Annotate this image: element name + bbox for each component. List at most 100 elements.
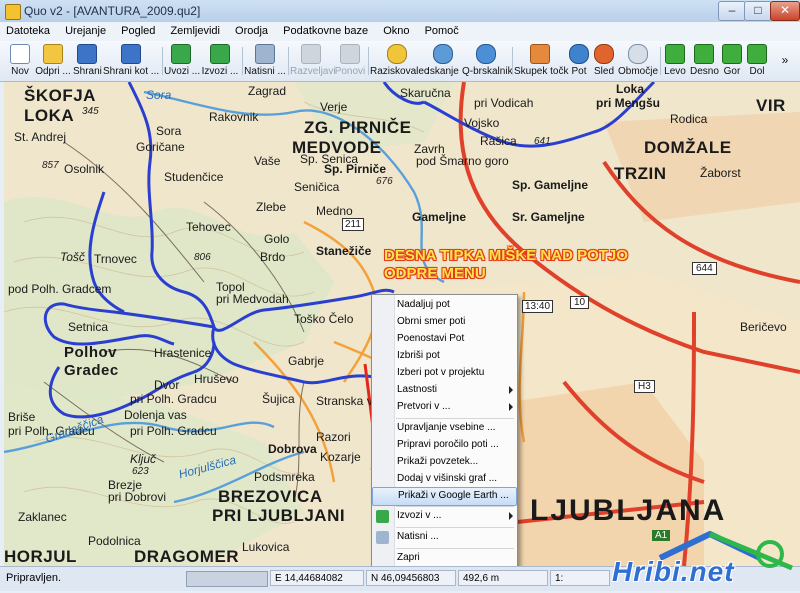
menu-datoteka[interactable]: Datoteka [0, 22, 56, 37]
map-label-rakovnik: Rakovnik [209, 110, 259, 124]
toolbar-separator [242, 47, 243, 75]
map-label-domzale: DOMŽALE [644, 138, 732, 157]
ctx-continue-route[interactable]: Nadaljuj pot [372, 297, 517, 314]
status-east-coordinate: E 14,44684082 [270, 570, 364, 586]
maximize-button[interactable]: □ [744, 1, 772, 21]
redo-button[interactable]: Ponovi [334, 43, 366, 79]
toolbar-overflow-button[interactable]: » [778, 43, 792, 79]
open-button[interactable]: Odpri ... [34, 43, 72, 79]
map-label-razori: Razori [316, 430, 351, 444]
ctx-show-summary[interactable]: Prikaži povzetek... [372, 454, 517, 471]
ctx-export-to[interactable]: Izvozi v ... [372, 508, 517, 525]
map-label-loka-mengs: Loka [616, 82, 645, 96]
map-label-loka: LOKA [24, 106, 75, 125]
new-document-icon [10, 44, 30, 64]
menu-podatkovne-baze[interactable]: Podatkovne baze [277, 22, 374, 37]
pan-left-button[interactable]: Levo [662, 43, 688, 79]
menu-pogled[interactable]: Pogled [115, 22, 161, 37]
ctx-convert-to[interactable]: Pretvori v ... [372, 399, 517, 416]
new-button[interactable]: Nov [6, 43, 34, 79]
route-button[interactable]: Pot [568, 43, 590, 79]
map-label-senicica: Seničica [294, 180, 340, 194]
ctx-route-report[interactable]: Pripravi poročilo poti ... [372, 437, 517, 454]
area-button[interactable]: Območje [618, 43, 658, 79]
map-label-studencice: Studenčice [164, 170, 224, 184]
save-button[interactable]: Shrani [73, 43, 102, 79]
search-button[interactable]: Iskanje [425, 43, 461, 79]
map-label-sora: Sora [146, 88, 172, 102]
menu-orodja[interactable]: Orodja [229, 22, 274, 37]
undo-button[interactable]: Razveljavi [290, 43, 336, 79]
import-button[interactable]: Uvozi ... [164, 43, 200, 79]
status-north-coordinate: N 46,09456803 [366, 570, 456, 586]
menu-pomoc[interactable]: Pomoč [419, 22, 465, 37]
floppy-icon [77, 44, 97, 64]
waypoint-set-button[interactable]: Skupek točk [514, 43, 568, 79]
ctx-reverse-route[interactable]: Obrni smer poti [372, 314, 517, 331]
map-label-st-andrej: St. Andrej [14, 130, 67, 144]
ctx-select-route-in-project[interactable]: Izberi pot v projektu [372, 365, 517, 382]
map-label-horjul: HORJUL [4, 547, 77, 566]
ctx-properties[interactable]: Lastnosti [372, 382, 517, 399]
map-label-skaruce: Skaručna [400, 86, 451, 100]
status-elevation: 492,6 m [458, 570, 548, 586]
globe-icon [476, 44, 496, 64]
ctx-manage-content[interactable]: Upravljanje vsebine ... [372, 420, 517, 437]
ctx-show-in-google-earth[interactable]: Prikaži v Google Earth ... [372, 487, 517, 506]
submenu-arrow-icon [509, 512, 513, 520]
ctx-simplify-route[interactable]: Poenostavi Pot [372, 331, 517, 348]
hribi-logo: Hribi.net [560, 528, 800, 590]
map-label-dobrova: Dobrova [268, 442, 317, 456]
redo-icon [340, 44, 360, 64]
map-label-zaborst: Žaborst [700, 166, 741, 180]
map-label-tosc: Tošč [60, 250, 85, 264]
map-label-skofja: ŠKOFJA [24, 86, 96, 105]
pan-up-button[interactable]: Gor [720, 43, 744, 79]
toolbar-separator [368, 47, 369, 75]
menu-bar: Datoteka Urejanje Pogled Zemljevidi Orod… [0, 22, 800, 42]
logo-text: Hribi.net [612, 556, 735, 587]
menu-okno[interactable]: Okno [377, 22, 415, 37]
pan-right-button[interactable]: Desno [690, 43, 719, 79]
map-label-goricane: Goričane [136, 140, 185, 154]
map-label-beric: Beričevo [740, 320, 787, 334]
close-button[interactable]: ✕ [770, 1, 800, 21]
search-icon [433, 44, 453, 64]
map-label-pod-polh-gradcem: pod Polh. Gradcem [8, 282, 112, 296]
minimize-button[interactable]: – [718, 1, 746, 21]
explorer-button[interactable]: Raziskovalec [370, 43, 429, 79]
menu-zemljevidi[interactable]: Zemljevidi [164, 22, 226, 37]
export-button[interactable]: Izvozi ... [201, 43, 239, 79]
annotation-line-1: DESNA TIPKA MIŠKE NAD POTJO [384, 247, 628, 264]
map-label-zagrad: Zagrad [248, 84, 287, 98]
submenu-arrow-icon [509, 386, 513, 394]
map-label-brdo: Brdo [260, 250, 286, 264]
print-button[interactable]: Natisni ... [244, 43, 286, 79]
map-label-vase: Vaše [254, 154, 281, 168]
ctx-print[interactable]: Natisni ... [372, 529, 517, 546]
export-icon [210, 44, 230, 64]
ctx-delete-route[interactable]: Izbriši pot [372, 348, 517, 365]
folder-icon [43, 44, 63, 64]
map-label-pri-ljubljani: PRI LJUBLJANI [212, 506, 346, 525]
map-label-vojsko: Vojsko [464, 116, 500, 130]
save-as-button[interactable]: Shrani kot ... [103, 43, 159, 79]
map-label-rasica: Rašica [480, 134, 517, 148]
track-icon [594, 44, 614, 64]
map-label-zlebe: Zlebe [256, 200, 287, 214]
q-browser-button[interactable]: Q-brskalnik [462, 43, 513, 79]
toolbar-separator [288, 47, 289, 75]
track-button[interactable]: Sled [592, 43, 616, 79]
export-icon [376, 510, 389, 523]
map-label-sp-gameljne: Sp. Gameljne [512, 178, 589, 192]
map-label-gameljne: Gameljne [412, 210, 467, 224]
pan-down-button[interactable]: Dol [746, 43, 768, 79]
toolbar: Nov Odpri ... Shrani Shrani kot ... Uvoz… [0, 41, 800, 82]
menu-urejanje[interactable]: Urejanje [59, 22, 112, 37]
ctx-close[interactable]: Zapri [372, 550, 517, 567]
map-label-dragomer: DRAGOMER [134, 547, 240, 566]
ctx-add-to-elevation-graph[interactable]: Dodaj v višinski graf ... [372, 471, 517, 488]
map-label-podolnica: Podolnica [88, 534, 141, 548]
map-label-kozarje: Kozarje [320, 450, 361, 464]
ctx-separator [396, 418, 514, 419]
